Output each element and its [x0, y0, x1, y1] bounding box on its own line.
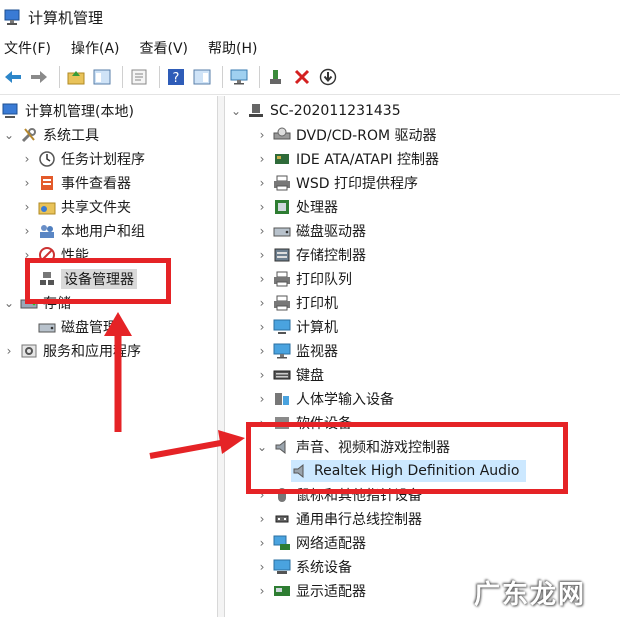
arrow-up-icon — [104, 312, 132, 432]
annotation-arrows — [104, 312, 245, 459]
arrow-right-icon — [149, 430, 245, 459]
watermark: 广东龙网 — [473, 580, 586, 610]
